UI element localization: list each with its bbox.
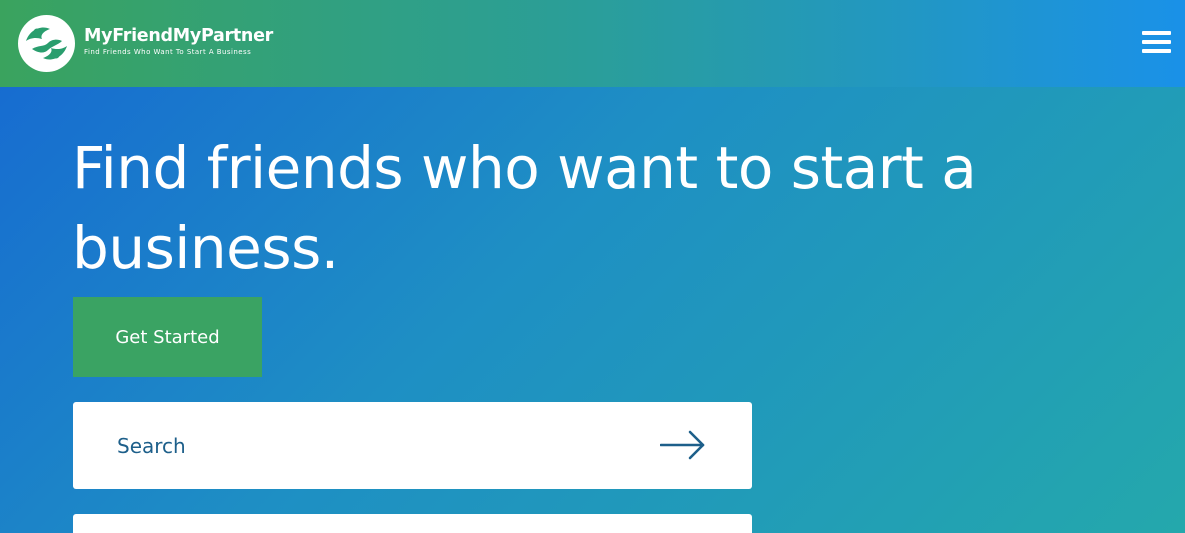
get-started-button[interactable]: Get Started <box>73 297 262 377</box>
handshake-logo-icon[interactable] <box>18 15 75 72</box>
hero-headline: Find friends who want to start a busines… <box>72 134 977 282</box>
search-box <box>73 402 752 489</box>
brand[interactable]: MyFriendMyPartner Find Friends Who Want … <box>84 26 273 57</box>
hamburger-menu-icon[interactable] <box>1142 31 1171 54</box>
search-input[interactable] <box>73 402 633 489</box>
secondary-input-box[interactable] <box>73 514 752 533</box>
arrow-right-icon[interactable] <box>660 430 706 460</box>
site-header: MyFriendMyPartner Find Friends Who Want … <box>0 0 1185 87</box>
brand-name[interactable]: MyFriendMyPartner <box>84 26 273 46</box>
brand-tagline: Find Friends Who Want To Start A Busines… <box>84 48 252 56</box>
page: MyFriendMyPartner Find Friends Who Want … <box>0 0 1185 533</box>
